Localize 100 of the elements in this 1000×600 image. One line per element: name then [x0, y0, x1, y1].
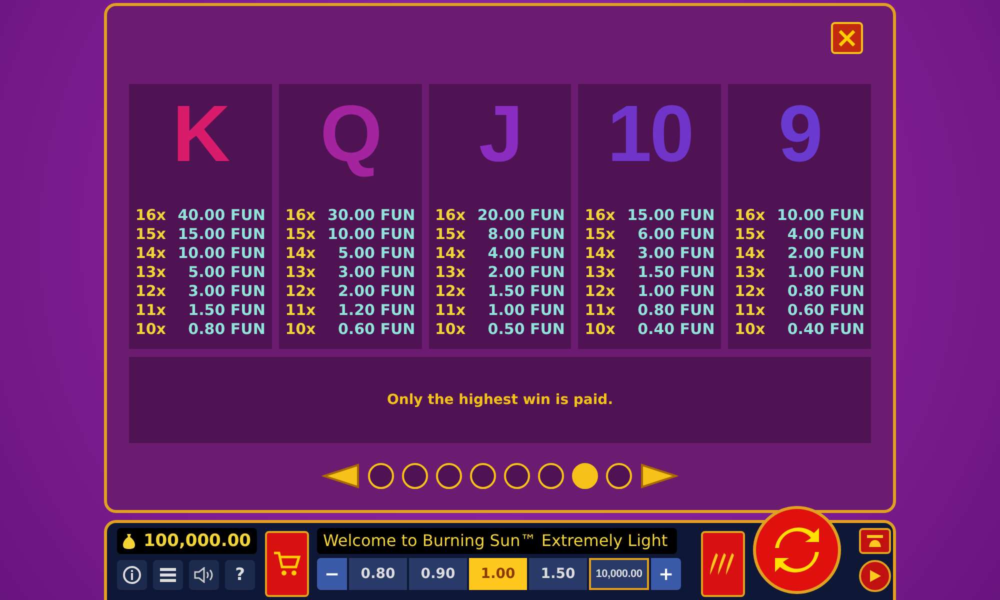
payout-count: 16x	[734, 206, 766, 225]
payout-count: 13x	[135, 263, 166, 282]
money-bag-icon	[123, 533, 135, 550]
payout-count: 15x	[434, 225, 466, 244]
payout-count: 16x	[434, 206, 466, 225]
payout-value: 8.00 FUN	[488, 225, 565, 244]
payout-value: 20.00 FUN	[477, 206, 565, 225]
next-arrow[interactable]	[640, 463, 678, 489]
bet-option[interactable]: 0.80	[349, 558, 407, 590]
payout-value: 0.60 FUN	[338, 320, 416, 339]
play-icon	[868, 569, 882, 584]
payout-count: 14x	[135, 244, 166, 263]
payout-count: 15x	[285, 225, 316, 244]
speaker-icon	[194, 567, 214, 584]
payout-value: 0.80 FUN	[188, 320, 266, 339]
payout-count: 12x	[285, 282, 316, 301]
payout-count: 10x	[434, 320, 466, 339]
symbol-letter: J	[478, 94, 522, 180]
payout-value: 10.00 FUN	[328, 225, 416, 244]
payout-count: 12x	[584, 282, 616, 301]
info-button[interactable]	[117, 560, 147, 590]
payout-value: 1.00 FUN	[638, 282, 715, 301]
bet-option[interactable]: 10,000.00	[589, 558, 649, 590]
payout-count: 12x	[135, 282, 166, 301]
payout-value: 1.50 FUN	[488, 282, 565, 301]
payout-count: 15x	[734, 225, 766, 244]
payout-value: 15.00 FUN	[627, 206, 715, 225]
info-icon	[123, 566, 141, 584]
payout-value: 10.00 FUN	[776, 206, 865, 225]
payout-count: 10x	[584, 320, 616, 339]
payout-value: 1.50 FUN	[638, 263, 715, 282]
menu-icon	[160, 568, 176, 582]
payout-count: 11x	[285, 301, 316, 320]
shop-button[interactable]	[265, 531, 309, 598]
payout-value: 3.00 FUN	[338, 263, 416, 282]
payout-value: 2.00 FUN	[787, 244, 865, 263]
payout-value: 10.00 FUN	[178, 244, 266, 263]
decrease-bet-button[interactable]: −	[317, 558, 347, 590]
payout-value: 6.00 FUN	[638, 225, 715, 244]
payout-count: 14x	[734, 244, 766, 263]
payout-value: 2.00 FUN	[488, 263, 565, 282]
payout-value: 0.50 FUN	[488, 320, 565, 339]
payout-count: 13x	[584, 263, 616, 282]
previous-arrow[interactable]	[322, 463, 360, 489]
symbol-letter: 10	[607, 94, 692, 180]
payout-count: 11x	[584, 301, 616, 320]
payout-value: 5.00 FUN	[338, 244, 416, 263]
payout-count: 11x	[734, 301, 766, 320]
payout-count: 14x	[285, 244, 316, 263]
autoplay-button[interactable]	[859, 560, 891, 592]
payout-value: 1.50 FUN	[188, 301, 266, 320]
payout-value: 40.00 FUN	[178, 206, 266, 225]
note-text: Only the highest win is paid.	[386, 390, 614, 410]
payout-count: 10x	[285, 320, 316, 339]
close-button[interactable]: ×	[831, 22, 863, 54]
sound-button[interactable]	[189, 560, 219, 590]
autoplay-settings-button[interactable]	[859, 528, 891, 554]
payout-count: 10x	[135, 320, 166, 339]
payout-value: 0.40 FUN	[638, 320, 715, 339]
payout-value: 0.40 FUN	[787, 320, 865, 339]
payout-count: 16x	[135, 206, 166, 225]
bet-option[interactable]: 0.90	[409, 558, 467, 590]
payout-count: 14x	[434, 244, 466, 263]
symbol-letter: 9	[778, 94, 821, 180]
help-button[interactable]: ?	[225, 560, 255, 590]
payout-value: 3.00 FUN	[188, 282, 266, 301]
payout-count: 14x	[584, 244, 616, 263]
increase-bet-button[interactable]: +	[651, 558, 681, 590]
payout-value: 4.00 FUN	[787, 225, 865, 244]
payout-value: 0.80 FUN	[638, 301, 715, 320]
payout-count: 10x	[734, 320, 766, 339]
bet-option[interactable]: 1.00	[469, 558, 527, 590]
cart-icon	[273, 551, 301, 578]
ticker-text: Welcome to Burning Sun™ Extremely Light	[323, 530, 668, 552]
payout-value: 30.00 FUN	[328, 206, 416, 225]
turbo-button[interactable]	[701, 531, 745, 598]
payout-value: 0.60 FUN	[787, 301, 865, 320]
payout-value: 3.00 FUN	[638, 244, 715, 263]
payout-count: 16x	[584, 206, 616, 225]
payout-count: 13x	[285, 263, 316, 282]
payout-value: 4.00 FUN	[488, 244, 565, 263]
payout-count: 12x	[434, 282, 466, 301]
payout-value: 1.00 FUN	[488, 301, 565, 320]
symbol-letter: Q	[320, 94, 380, 180]
payout-count: 16x	[285, 206, 316, 225]
payout-value: 1.00 FUN	[787, 263, 865, 282]
payout-count: 15x	[584, 225, 616, 244]
payout-value: 5.00 FUN	[188, 263, 266, 282]
payout-count: 11x	[135, 301, 166, 320]
symbol-letter: K	[172, 94, 228, 180]
bet-option[interactable]: 1.50	[529, 558, 587, 590]
balance-amount: 100,000.00	[143, 530, 251, 552]
payout-value: 1.20 FUN	[338, 301, 416, 320]
payout-count: 11x	[434, 301, 466, 320]
payout-count: 13x	[434, 263, 466, 282]
payout-value: 2.00 FUN	[338, 282, 416, 301]
menu-button[interactable]	[153, 560, 183, 590]
payout-count: 15x	[135, 225, 166, 244]
payout-count: 13x	[734, 263, 766, 282]
payout-value: 15.00 FUN	[178, 225, 266, 244]
